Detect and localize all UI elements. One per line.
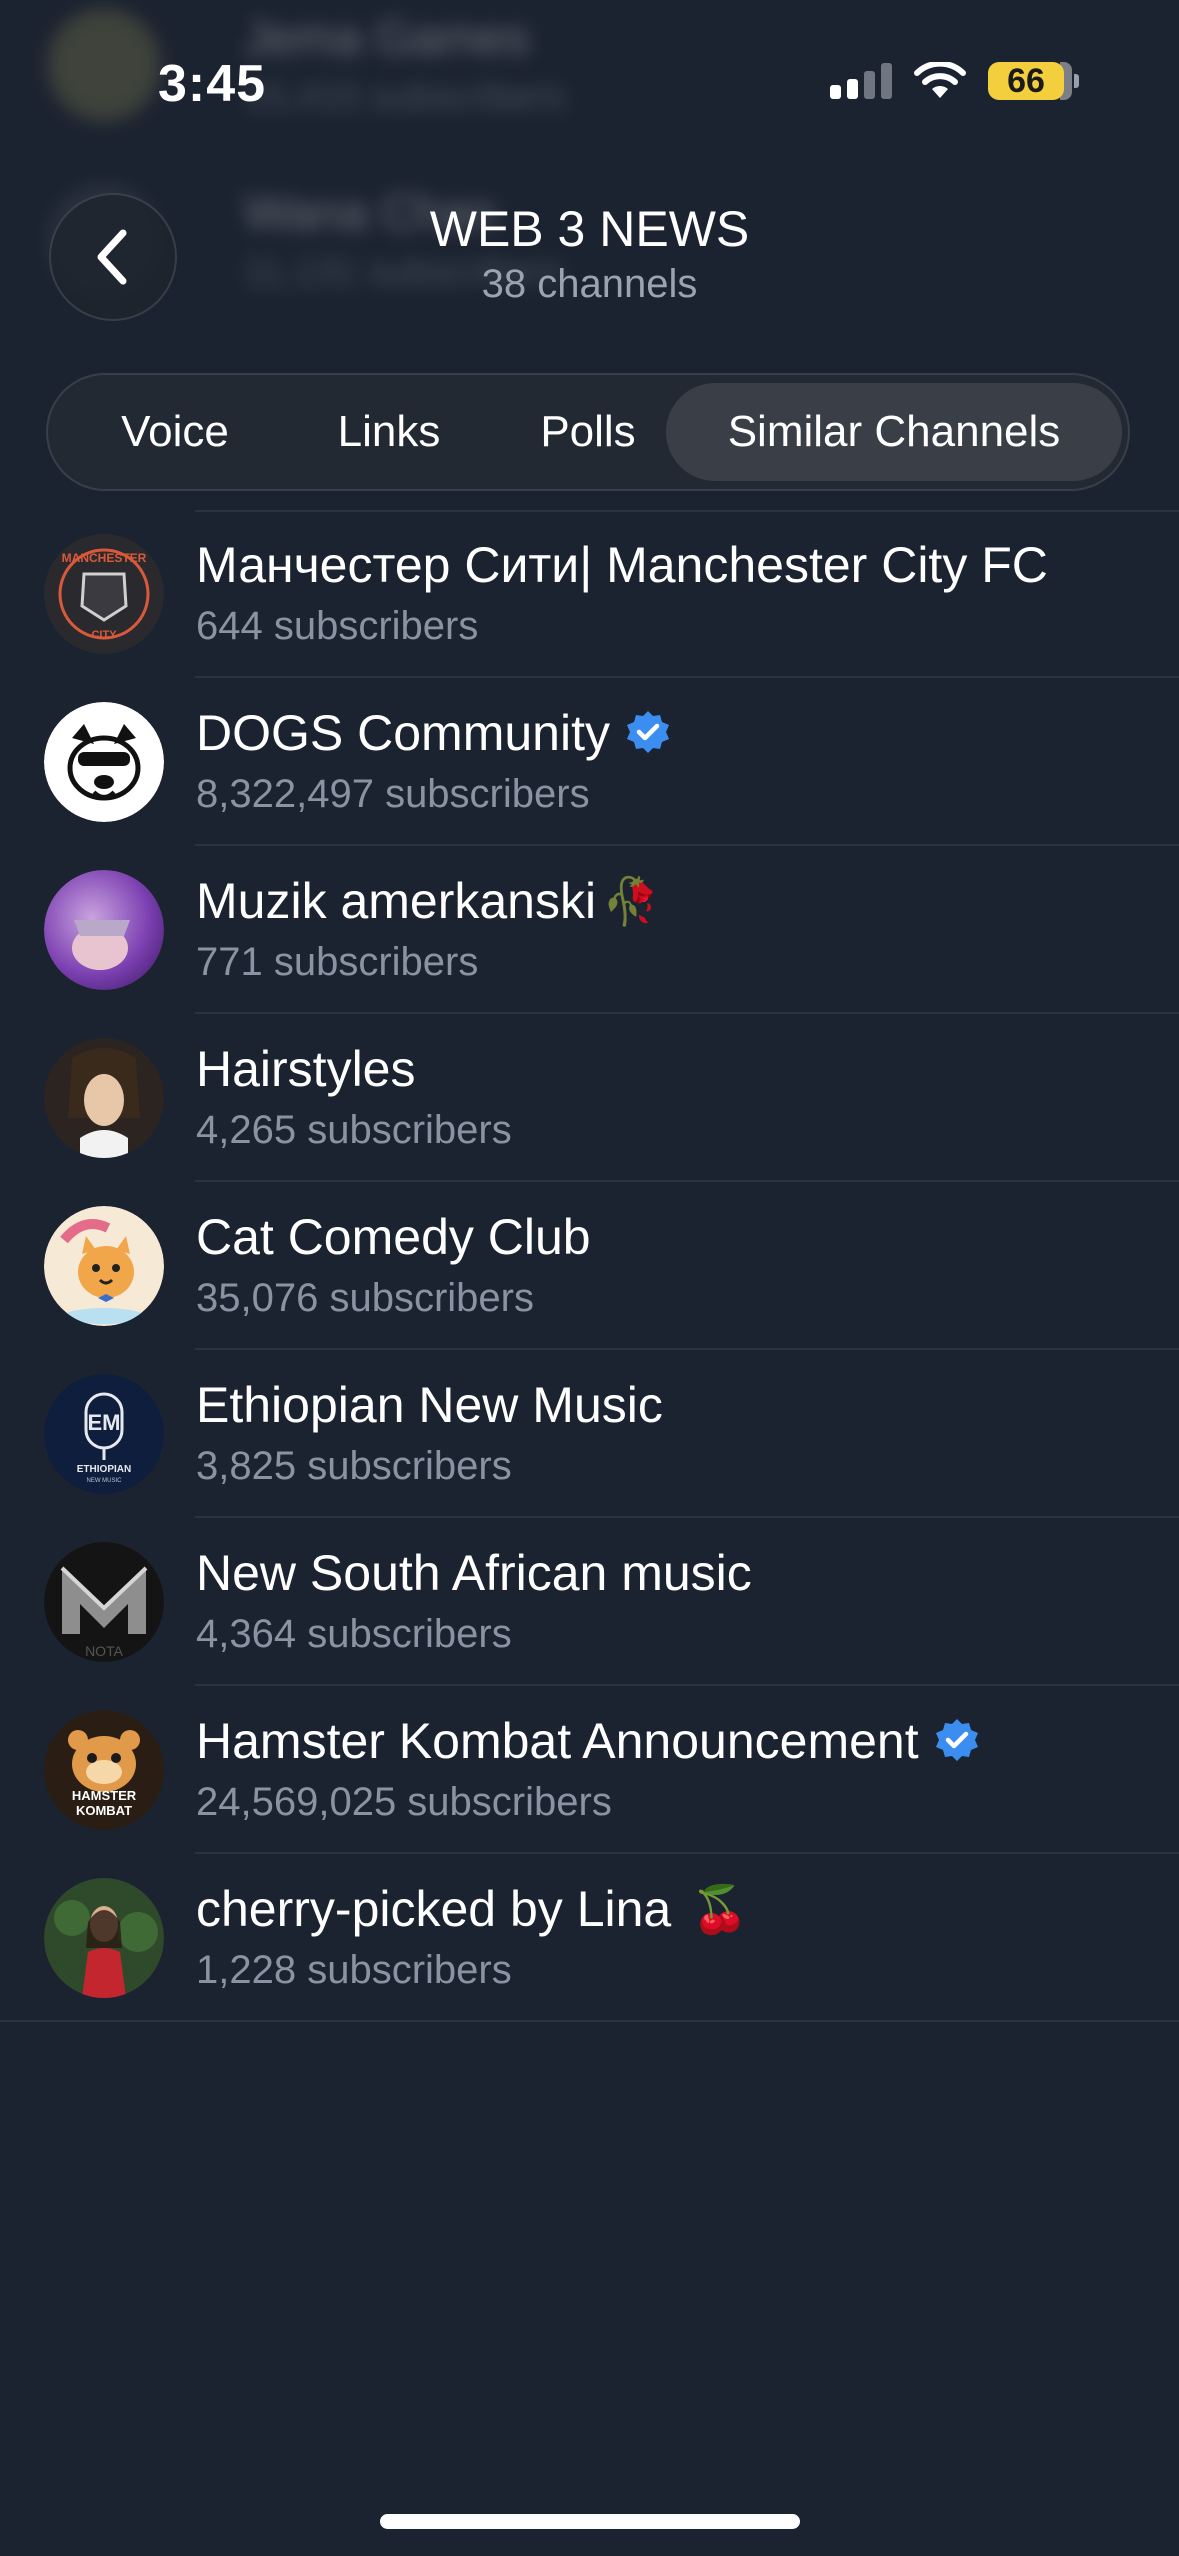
purple-photo-avatar xyxy=(44,870,164,990)
channel-title: New South African music xyxy=(196,1544,752,1602)
channel-title-text: Hairstyles xyxy=(196,1041,416,1097)
portrait-photo-avatar xyxy=(44,1878,164,1998)
channel-title: DOGS Community xyxy=(196,704,672,762)
cherry-emoji: 🍒 xyxy=(691,1882,749,1935)
microphone-avatar: EM ETHIOPIAN NEW MUSIC xyxy=(44,1374,164,1494)
list-item[interactable]: MANCHESTER CITY Манчестер Сити| Manchest… xyxy=(0,510,1179,678)
list-item[interactable]: HAMSTER KOMBAT Hamster Kombat Announceme… xyxy=(0,1686,1179,1854)
media-tabs: Voice Links Polls Similar Channels xyxy=(46,373,1130,491)
channel-title-text: Cat Comedy Club xyxy=(196,1209,591,1265)
channel-title: Манчестер Сити| Manchester City FC xyxy=(196,536,1048,594)
avatar-text: CITY xyxy=(91,629,117,641)
manchester-city-avatar: MANCHESTER CITY xyxy=(44,534,164,654)
avatar-text: HAMSTER xyxy=(72,1788,137,1803)
list-item[interactable]: Cat Comedy Club 35,076 subscribers xyxy=(0,1182,1179,1350)
wilted-rose-emoji: 🥀 xyxy=(602,874,660,927)
verified-badge-icon xyxy=(626,711,669,753)
channel-title-text: DOGS Community xyxy=(196,705,610,761)
avatar-text: NEW MUSIC xyxy=(87,1478,123,1484)
dog-avatar xyxy=(44,702,164,822)
cellular-signal-icon xyxy=(830,63,892,99)
channel-title-text: Hamster Kombat Announcement xyxy=(196,1713,919,1769)
background-item-subtitle: 15,415 subscribers xyxy=(244,76,566,118)
channel-title: Cat Comedy Club xyxy=(196,1208,591,1266)
channel-title-text: Muzik amerkanski xyxy=(196,873,597,929)
divider xyxy=(0,2020,1179,2022)
channel-title-text: Манчестер Сити| Manchester City FC xyxy=(196,537,1048,593)
list-item[interactable]: Muzik amerkanski 🥀 771 subscribers xyxy=(0,846,1179,1014)
channel-title: Hairstyles xyxy=(196,1040,415,1098)
hamster-avatar: HAMSTER KOMBAT xyxy=(44,1710,164,1830)
cartoon-cat-avatar xyxy=(44,1206,164,1326)
avatar-text: ETHIOPIAN xyxy=(77,1464,131,1475)
tab-voice[interactable]: Voice xyxy=(60,383,290,481)
page-title: WEB 3 NEWS xyxy=(429,201,750,257)
subscriber-count: 3,825 subscribers xyxy=(196,1444,512,1488)
m-logo-avatar: NOTA xyxy=(44,1542,164,1662)
tab-links[interactable]: Links xyxy=(294,383,484,481)
tab-polls[interactable]: Polls xyxy=(488,383,688,481)
channel-title: Hamster Kombat Announcement xyxy=(196,1712,981,1770)
subscriber-count: 644 subscribers xyxy=(196,604,479,648)
channel-title-text: New South African music xyxy=(196,1545,752,1601)
status-time: 3:45 xyxy=(158,55,267,113)
channel-title: Ethiopian New Music xyxy=(196,1376,663,1434)
list-item[interactable]: NOTA New South African music 4,364 subsc… xyxy=(0,1518,1179,1686)
subscriber-count: 24,569,025 subscribers xyxy=(196,1780,612,1824)
list-item[interactable]: Hairstyles 4,265 subscribers xyxy=(0,1014,1179,1182)
battery-level: 66 xyxy=(1007,61,1045,100)
channel-count: 38 channels xyxy=(481,262,698,306)
background-item-title: Jema Games xyxy=(244,12,530,65)
list-item[interactable]: cherry-picked by Lina 🍒 1,228 subscriber… xyxy=(0,1854,1179,2022)
avatar-text: NOTA xyxy=(85,1643,124,1659)
subscriber-count: 8,322,497 subscribers xyxy=(196,772,590,816)
background-avatar xyxy=(48,9,160,121)
subscriber-count: 1,228 subscribers xyxy=(196,1948,512,1992)
home-indicator[interactable] xyxy=(380,2514,800,2529)
subscriber-count: 4,364 subscribers xyxy=(196,1612,512,1656)
tab-similar-channels[interactable]: Similar Channels xyxy=(666,383,1122,481)
list-item[interactable]: DOGS Community 8,322,497 subscribers xyxy=(0,678,1179,846)
channel-title: Muzik amerkanski 🥀 xyxy=(196,872,659,930)
braids-photo-avatar xyxy=(44,1038,164,1158)
avatar-text: MANCHESTER xyxy=(62,551,147,565)
battery-icon: 66 xyxy=(988,62,1064,100)
avatar-text: EM xyxy=(88,1410,121,1435)
subscriber-count: 35,076 subscribers xyxy=(196,1276,534,1320)
channel-title-text: Ethiopian New Music xyxy=(196,1377,663,1433)
background-list-item: Jema Games 15,415 subscribers xyxy=(48,0,565,130)
subscriber-count: 771 subscribers xyxy=(196,940,479,984)
avatar-text: KOMBAT xyxy=(76,1803,132,1818)
channel-title-text: cherry-picked by Lina xyxy=(196,1881,672,1937)
wifi-icon xyxy=(914,62,966,98)
subscriber-count: 4,265 subscribers xyxy=(196,1108,512,1152)
similar-channels-screen: Jema Games 15,415 subscribers Wana Chan … xyxy=(0,0,1179,2556)
verified-badge-icon xyxy=(935,1719,978,1761)
channel-title: cherry-picked by Lina 🍒 xyxy=(196,1880,749,1938)
list-item[interactable]: EM ETHIOPIAN NEW MUSIC Ethiopian New Mus… xyxy=(0,1350,1179,1518)
status-icons: 66 xyxy=(830,62,1079,100)
